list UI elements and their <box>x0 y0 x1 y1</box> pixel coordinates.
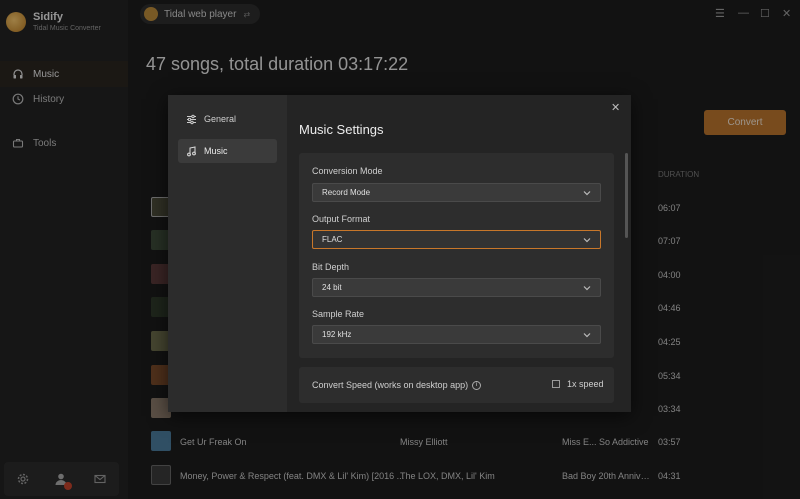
conversion-mode-select[interactable]: Record Mode <box>312 183 601 202</box>
output-format-select[interactable]: FLAC <box>312 230 601 249</box>
output-format-label: Output Format <box>312 214 371 224</box>
speed-checkbox-wrap[interactable]: 1x speed <box>552 379 604 389</box>
speed-checkbox[interactable] <box>552 380 560 388</box>
music-settings-panel: Conversion Mode Record Mode Output Forma… <box>299 153 614 358</box>
dialog-title: Music Settings <box>299 122 384 137</box>
dialog-scrollbar[interactable] <box>625 153 628 238</box>
bit-depth-select[interactable]: 24 bit <box>312 278 601 297</box>
select-value: 192 kHz <box>322 330 352 339</box>
chevron-down-icon <box>583 238 591 243</box>
music-note-icon <box>186 145 198 157</box>
convert-speed-text: Convert Speed (works on desktop app) <box>312 380 469 390</box>
sliders-icon <box>186 113 198 125</box>
settings-tab-music[interactable]: Music <box>178 139 277 163</box>
select-value: FLAC <box>322 235 343 244</box>
select-value: Record Mode <box>322 188 371 197</box>
chevron-down-icon <box>583 191 591 196</box>
select-value: 24 bit <box>322 283 342 292</box>
sample-rate-select[interactable]: 192 kHz <box>312 325 601 344</box>
settings-tab-label: General <box>204 114 237 124</box>
convert-speed-label: Convert Speed (works on desktop app) i <box>312 380 482 390</box>
chevron-down-icon <box>583 333 591 338</box>
info-icon[interactable]: i <box>472 380 482 390</box>
settings-nav: General Music <box>168 95 287 412</box>
bit-depth-label: Bit Depth <box>312 262 350 272</box>
settings-tab-label: Music <box>204 146 228 156</box>
close-icon[interactable]: ✕ <box>611 101 620 114</box>
sample-rate-label: Sample Rate <box>312 309 365 319</box>
conversion-mode-label: Conversion Mode <box>312 166 383 176</box>
settings-dialog: General Music ✕ Music Settings Conversio… <box>168 95 631 412</box>
speed-checkbox-label: 1x speed <box>567 379 604 389</box>
convert-speed-panel: Convert Speed (works on desktop app) i 1… <box>299 367 614 403</box>
settings-tab-general[interactable]: General <box>178 107 277 131</box>
chevron-down-icon <box>583 286 591 291</box>
